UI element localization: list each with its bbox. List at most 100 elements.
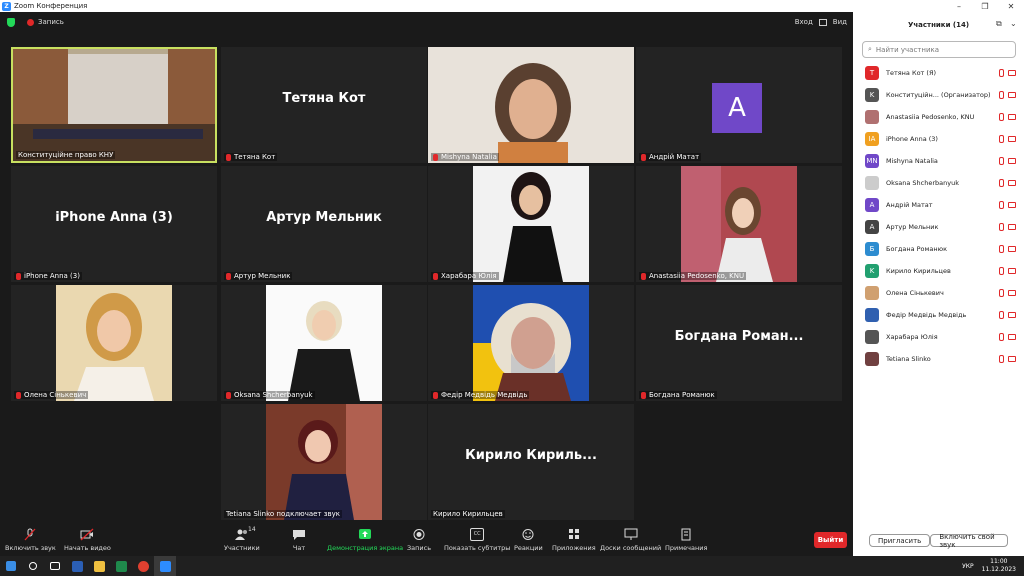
explorer-app[interactable] [88,556,110,576]
video-tile[interactable]: Артур Мельник Артур Мельник [221,166,427,282]
mic-muted-icon[interactable] [999,333,1004,341]
share-screen-button[interactable]: Демонстрация экрана [327,528,403,552]
mic-muted-icon[interactable] [999,245,1004,253]
video-tile[interactable]: A Андрій Матат [636,47,842,163]
tile-name: iPhone Anna (3) [14,272,82,280]
participant-row[interactable]: Олена Сінькевич [853,282,1024,304]
maximize-icon[interactable]: ❐ [972,2,998,11]
participant-row[interactable]: Anastasiia Pedosenko, KNU [853,106,1024,128]
close-icon[interactable]: ✕ [998,2,1024,11]
video-off-icon[interactable] [1008,92,1016,98]
word-app[interactable] [66,556,88,576]
participant-row[interactable]: A Андрій Матат [853,194,1024,216]
mic-muted-icon[interactable] [999,91,1004,99]
view-grid-icon[interactable] [818,18,827,26]
unmute-button[interactable]: Включить звук [5,528,56,552]
whiteboards-button[interactable]: Доски сообщений [600,528,661,552]
mic-muted-icon [16,391,21,399]
mic-muted-icon[interactable] [999,135,1004,143]
task-view-icon [50,562,60,570]
video-tile[interactable]: Mishyna Natalia [428,47,634,163]
participant-row[interactable]: Харабара Юлія [853,326,1024,348]
mic-muted-icon[interactable] [999,157,1004,165]
reactions-button[interactable]: Реакции [514,528,543,552]
apps-button[interactable]: Приложения [552,528,596,552]
popout-icon[interactable]: ⧉ [996,19,1002,29]
record-button[interactable]: Запись [407,528,431,552]
search-taskbar-button[interactable] [22,556,44,576]
video-off-icon[interactable] [1008,290,1016,296]
video-tile[interactable]: Конституційне право КНУ [11,47,217,163]
mic-muted-icon[interactable] [999,201,1004,209]
invite-button[interactable]: Пригласить [869,534,931,547]
mic-muted-icon[interactable] [999,289,1004,297]
mic-muted-icon[interactable] [999,113,1004,121]
security-shield-icon[interactable] [7,17,15,27]
participant-name: Артур Мельник [886,223,939,231]
video-off-icon[interactable] [1008,180,1016,186]
zoom-app[interactable] [154,556,176,576]
mic-muted-icon[interactable] [999,267,1004,275]
mic-muted-icon[interactable] [999,179,1004,187]
captions-button[interactable]: CC Показать субтитры [444,528,510,552]
participant-row[interactable]: A Артур Мельник [853,216,1024,238]
record-icon [413,529,425,540]
participant-row[interactable]: IA iPhone Anna (3) [853,128,1024,150]
tile-name: Федір Медвідь Медвідь [431,391,530,399]
video-tile[interactable]: Богдана Роман... Богдана Романюк [636,285,842,401]
minimize-icon[interactable]: – [946,2,972,11]
clock[interactable]: 11:00 11.12.2023 [982,558,1016,574]
video-tile[interactable]: Федір Медвідь Медвідь [428,285,634,401]
video-off-icon[interactable] [1008,114,1016,120]
participant-name: Кирило Кирильцев [886,267,951,275]
start-button[interactable] [0,556,22,576]
participant-row[interactable]: Федір Медвідь Медвідь [853,304,1024,326]
video-off-icon[interactable] [1008,312,1016,318]
video-off-icon[interactable] [1008,202,1016,208]
leave-button[interactable]: Выйти [814,532,847,548]
video-off-icon[interactable] [1008,268,1016,274]
video-off-icon[interactable] [1008,158,1016,164]
notes-button[interactable]: Примечания [665,528,707,552]
video-off-icon[interactable] [1008,356,1016,362]
participant-row[interactable]: T Тетяна Кот (Я) [853,62,1024,84]
participant-row[interactable]: MN Mishyna Natalia [853,150,1024,172]
enter-label[interactable]: Вход [795,18,813,26]
video-tile[interactable]: Олена Сінькевич [11,285,217,401]
video-tile[interactable]: Кирило Кириль... Кирило Кирильцев [428,404,634,520]
video-tile[interactable]: Харабара Юлія [428,166,634,282]
video-off-icon[interactable] [1008,334,1016,340]
clock-time: 11:00 [990,558,1008,565]
mic-muted-icon[interactable] [999,223,1004,231]
video-tile[interactable]: Тетяна Кот Тетяна Кот [221,47,427,163]
chrome-app[interactable] [132,556,154,576]
video-tile[interactable]: iPhone Anna (3) iPhone Anna (3) [11,166,217,282]
video-off-icon[interactable] [1008,136,1016,142]
video-tile[interactable]: Tetiana Slinko подключает звук [221,404,427,520]
video-tile[interactable]: Anastasiia Pedosenko, KNU [636,166,842,282]
mic-muted-icon[interactable] [999,69,1004,77]
lang-indicator[interactable]: УКР [962,563,974,570]
more-icon[interactable]: ⌄ [1010,19,1017,28]
video-off-icon[interactable] [1008,224,1016,230]
mic-muted-icon[interactable] [999,311,1004,319]
participant-row[interactable]: Б Богдана Романюк [853,238,1024,260]
avatar: Б [865,242,879,256]
recording-indicator[interactable]: Запись [27,18,64,26]
unmute-self-button[interactable]: Включить свой звук [930,533,1008,549]
video-off-icon[interactable] [1008,246,1016,252]
participant-search-input[interactable]: ⌕ Найти участника [862,41,1016,58]
start-video-button[interactable]: Начать видео [64,528,111,552]
participant-row[interactable]: Tetiana Slinko [853,348,1024,370]
video-off-icon[interactable] [1008,70,1016,76]
video-tile[interactable]: Oksana Shcherbanyuk [221,285,427,401]
view-button[interactable]: Вид [833,18,847,26]
participant-row[interactable]: K Кирило Кирильцев [853,260,1024,282]
task-view-button[interactable] [44,556,66,576]
excel-app[interactable] [110,556,132,576]
participant-status [999,223,1016,231]
participant-row[interactable]: Oksana Shcherbanyuk [853,172,1024,194]
chat-button[interactable]: Чат [292,528,306,552]
mic-muted-icon[interactable] [999,355,1004,363]
participant-row[interactable]: K Конституційн... (Организатор) [853,84,1024,106]
